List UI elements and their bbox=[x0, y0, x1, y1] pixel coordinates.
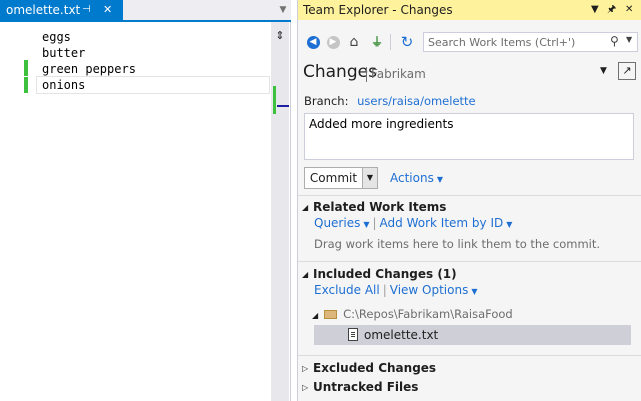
branch-row: Branch: users/raisa/omelette bbox=[304, 94, 476, 108]
editor-scrollbar[interactable]: ⇕ bbox=[271, 22, 289, 401]
chevron-down-icon: ▼ bbox=[436, 175, 443, 184]
back-icon[interactable]: ◀ bbox=[304, 33, 322, 51]
close-icon[interactable]: ✕ bbox=[625, 0, 633, 20]
section-divider bbox=[298, 195, 641, 196]
untracked-files-title: Untracked Files bbox=[313, 380, 419, 394]
expand-arrow-icon: ▷ bbox=[302, 364, 309, 373]
team-explorer-toolbar: ◀ ▶ ⌂ ⏚ ↻ ⚲ ▼ bbox=[298, 31, 641, 53]
title-separator bbox=[366, 67, 367, 82]
search-box: ⚲ ▼ bbox=[423, 32, 638, 52]
page-dropdown-icon[interactable]: ▼ bbox=[600, 66, 607, 76]
chevron-down-icon: ▼ bbox=[363, 220, 370, 229]
close-icon[interactable]: ✕ bbox=[103, 0, 112, 20]
pin-icon[interactable]: ⊣ bbox=[82, 0, 91, 20]
search-input[interactable] bbox=[424, 33, 594, 51]
tree-folder-item[interactable]: ◢ C:\Repos\Fabrikam\RaisaFood bbox=[312, 307, 513, 321]
text-editor[interactable]: eggs butter green peppers onions bbox=[0, 22, 271, 401]
code-line: butter bbox=[42, 46, 86, 60]
exclude-all-link[interactable]: Exclude All bbox=[314, 283, 380, 297]
chevron-down-icon[interactable]: ▼ bbox=[626, 35, 632, 44]
collapse-arrow-icon: ◢ bbox=[302, 203, 309, 212]
commit-message-input[interactable]: Added more ingredients bbox=[304, 113, 634, 160]
section-divider bbox=[298, 355, 641, 356]
split-view-icon[interactable]: ⇕ bbox=[271, 28, 289, 44]
queries-label: Queries bbox=[314, 216, 361, 230]
view-options-label: View Options bbox=[389, 283, 469, 297]
undock-icon[interactable]: ↗ bbox=[618, 62, 636, 80]
editor-tab-omelette[interactable]: omelette.txt ⊣ ✕ bbox=[0, 0, 123, 20]
toolbar-separator bbox=[390, 34, 391, 50]
chevron-down-icon: ▼ bbox=[471, 287, 478, 296]
queries-link[interactable]: Queries ▼ bbox=[314, 216, 370, 230]
team-explorer-title-bar: Team Explorer - Changes ▼ 🖈 ✕ bbox=[298, 0, 641, 20]
related-work-items-hint: Drag work items here to link them to the… bbox=[314, 237, 601, 251]
search-icon[interactable]: ⚲ bbox=[610, 34, 619, 48]
scrollbar-caret-marker bbox=[277, 105, 289, 107]
folder-icon bbox=[324, 310, 338, 319]
branch-link[interactable]: users/raisa/omelette bbox=[357, 94, 476, 108]
link-separator: | bbox=[382, 283, 387, 297]
editor-tab-bar: omelette.txt ⊣ ✕ ▼ bbox=[0, 0, 291, 20]
add-work-item-link[interactable]: Add Work Item by ID ▼ bbox=[380, 216, 513, 230]
folder-path: C:\Repos\Fabrikam\RaisaFood bbox=[343, 307, 513, 321]
code-line: green peppers bbox=[42, 62, 136, 76]
included-changes-title: Included Changes (1) bbox=[313, 267, 457, 281]
chevron-down-icon: ▼ bbox=[506, 220, 513, 229]
team-explorer-title: Team Explorer - Changes bbox=[303, 3, 453, 17]
collapse-arrow-icon: ◢ bbox=[302, 270, 309, 279]
excluded-changes-header[interactable]: ▷ Excluded Changes bbox=[302, 361, 436, 375]
untracked-files-header[interactable]: ▷ Untracked Files bbox=[302, 380, 418, 394]
page-header: Changes Fabrikam ▼ ↗ bbox=[298, 58, 641, 88]
file-icon bbox=[348, 328, 358, 341]
section-divider bbox=[298, 261, 641, 262]
branch-label: Branch: bbox=[304, 94, 349, 108]
actions-label: Actions bbox=[390, 171, 434, 185]
refresh-icon[interactable]: ↻ bbox=[398, 33, 416, 51]
excluded-changes-title: Excluded Changes bbox=[313, 361, 437, 375]
chevron-down-icon[interactable]: ▼ bbox=[276, 0, 290, 20]
editor-pane: omelette.txt ⊣ ✕ ▼ eggs butter green pep… bbox=[0, 0, 291, 401]
window-menu-icon[interactable]: ▼ bbox=[591, 0, 599, 20]
tree-file-item[interactable]: omelette.txt bbox=[314, 325, 631, 345]
commit-split-button: Commit ▼ bbox=[304, 167, 378, 189]
change-marker bbox=[24, 60, 28, 76]
view-options-link[interactable]: View Options ▼ bbox=[390, 283, 478, 297]
scrollbar-change-marker bbox=[273, 86, 276, 114]
home-icon[interactable]: ⌂ bbox=[345, 33, 363, 51]
editor-tab-title: omelette.txt bbox=[6, 3, 81, 17]
expand-arrow-icon: ▷ bbox=[302, 383, 309, 392]
collapse-arrow-icon[interactable]: ◢ bbox=[312, 311, 318, 320]
change-marker bbox=[24, 77, 28, 93]
included-changes-header[interactable]: ◢ Included Changes (1) bbox=[302, 267, 457, 281]
commit-button[interactable]: Commit bbox=[305, 168, 362, 188]
project-name: Fabrikam bbox=[371, 67, 426, 81]
commit-options-dropdown[interactable]: ▼ bbox=[362, 168, 377, 188]
connect-icon[interactable]: ⏚ bbox=[368, 33, 386, 51]
team-explorer-pane: Team Explorer - Changes ▼ 🖈 ✕ ◀ ▶ ⌂ ⏚ ↻ … bbox=[297, 0, 641, 401]
code-line: eggs bbox=[42, 30, 71, 44]
file-name: omelette.txt bbox=[364, 328, 439, 342]
forward-icon[interactable]: ▶ bbox=[324, 33, 342, 51]
pin-icon[interactable]: 🖈 bbox=[607, 0, 616, 20]
actions-menu[interactable]: Actions ▼ bbox=[390, 171, 443, 185]
code-line: onions bbox=[42, 78, 86, 92]
included-changes-links: Exclude All | View Options ▼ bbox=[314, 283, 478, 297]
link-separator: | bbox=[372, 216, 377, 230]
related-work-items-header[interactable]: ◢ Related Work Items bbox=[302, 200, 446, 214]
add-work-item-label: Add Work Item by ID bbox=[379, 216, 504, 230]
related-work-items-title: Related Work Items bbox=[313, 200, 447, 214]
related-work-items-links: Queries ▼ | Add Work Item by ID ▼ bbox=[314, 216, 512, 230]
